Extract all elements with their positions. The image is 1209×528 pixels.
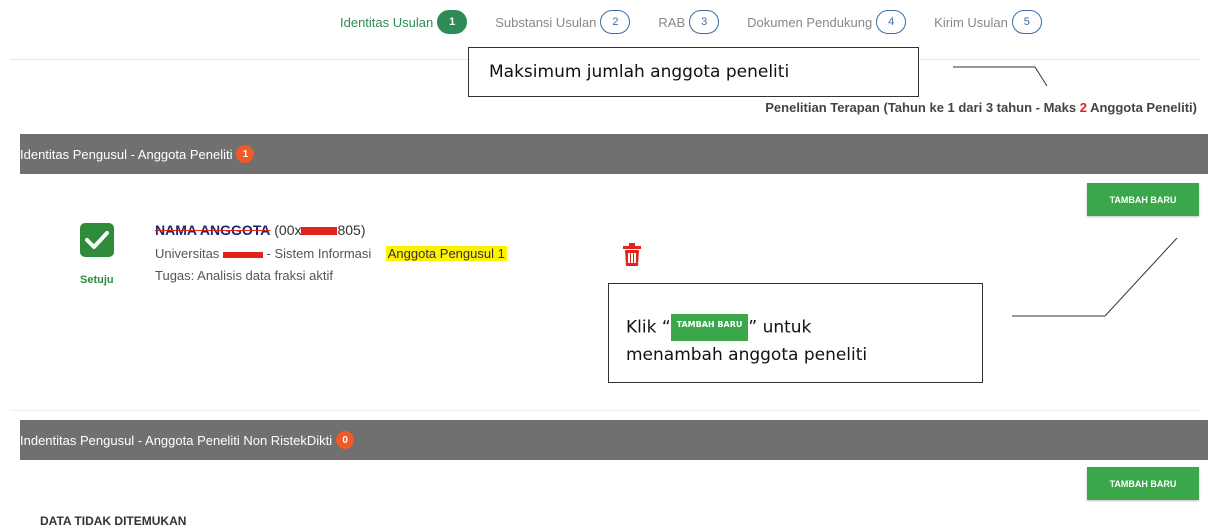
callout-text-line2: menambah anggota peneliti <box>626 344 868 365</box>
callout-text-pre: Klik “ <box>626 317 671 338</box>
callout-text-post: ” untuk <box>748 317 812 338</box>
callout-max-members: Maksimum jumlah anggota peneliti <box>468 47 919 97</box>
mini-add-button: TAMBAH BARU <box>670 314 749 341</box>
callout-add-instruction: Klik “TAMBAH BARU” untuk menambah anggot… <box>608 283 983 383</box>
